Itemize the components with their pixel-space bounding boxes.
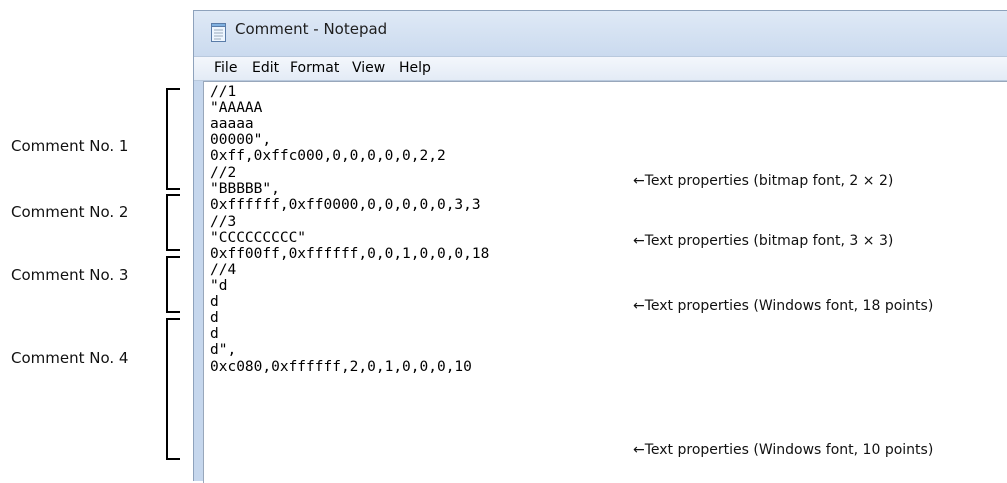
- editor-line: d: [210, 310, 219, 326]
- notepad-icon: [211, 23, 226, 42]
- bracket-comment-4: [166, 318, 180, 460]
- editor-line: //3: [210, 214, 237, 230]
- menu-help[interactable]: Help: [399, 60, 431, 76]
- menu-edit[interactable]: Edit: [252, 60, 279, 76]
- editor-line: d",: [210, 342, 237, 358]
- editor-line: 0xffffff,0xff0000,0,0,0,0,0,3,3: [210, 197, 481, 213]
- window-title: Comment - Notepad: [235, 20, 388, 38]
- editor-line: "BBBBB",: [210, 181, 280, 197]
- editor-line: "CCCCCCCCC": [210, 230, 307, 246]
- editor-line: 0xc080,0xffffff,2,0,1,0,0,0,10: [210, 359, 472, 375]
- editor-line: //4: [210, 262, 237, 278]
- text-editor[interactable]: //1 "AAAAA aaaaa 00000", 0xff,0xffc000,0…: [203, 81, 1007, 483]
- menu-file[interactable]: File: [214, 60, 237, 76]
- editor-line: //1: [210, 84, 237, 100]
- editor-line: aaaaa: [210, 116, 254, 132]
- title-bar[interactable]: Comment - Notepad: [194, 11, 1007, 53]
- menu-view[interactable]: View: [352, 60, 385, 76]
- editor-line: //2: [210, 165, 237, 181]
- annotation-text-properties-3: ←Text properties (Windows font, 18 point…: [633, 298, 934, 314]
- editor-line: d: [210, 326, 219, 342]
- bracket-comment-1: [166, 88, 180, 190]
- editor-line: 0xff,0xffc000,0,0,0,0,0,2,2: [210, 148, 446, 164]
- comment-label-4: Comment No. 4: [11, 349, 129, 367]
- annotation-text-properties-2: ←Text properties (bitmap font, 3 × 3): [633, 233, 894, 249]
- editor-line: 0xff00ff,0xffffff,0,0,1,0,0,0,18: [210, 246, 490, 262]
- comment-label-1: Comment No. 1: [11, 137, 129, 155]
- annotation-text-properties-1: ←Text properties (bitmap font, 2 × 2): [633, 173, 894, 189]
- annotation-text-properties-4: ←Text properties (Windows font, 10 point…: [633, 442, 934, 458]
- menu-format[interactable]: Format: [290, 60, 339, 76]
- bracket-comment-2: [166, 194, 180, 251]
- editor-line: 00000",: [210, 132, 272, 148]
- editor-line: d: [210, 294, 219, 310]
- comment-label-2: Comment No. 2: [11, 203, 129, 221]
- comment-label-3: Comment No. 3: [11, 266, 129, 284]
- bracket-comment-3: [166, 256, 180, 313]
- editor-line: "d: [210, 278, 228, 294]
- editor-line: "AAAAA: [210, 100, 263, 116]
- menu-bar: File Edit Format View Help: [194, 56, 1007, 81]
